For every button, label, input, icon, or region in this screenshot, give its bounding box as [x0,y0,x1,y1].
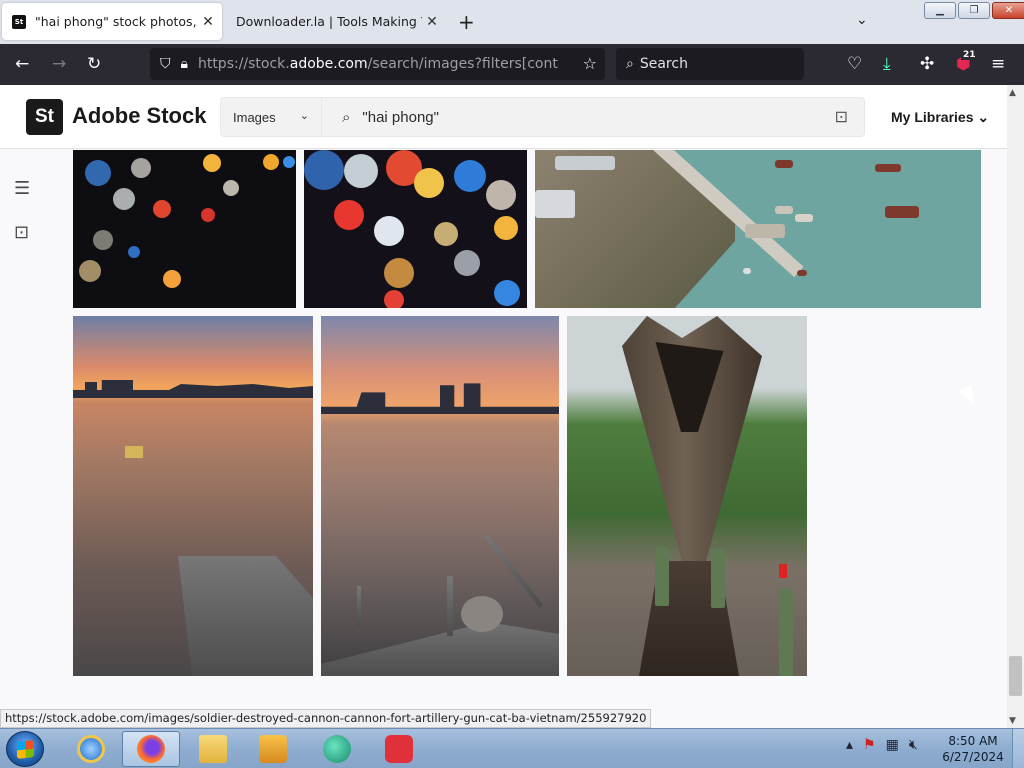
scroll-up-arrow-icon[interactable]: ▲ [1009,88,1016,98]
page-scrollbar[interactable] [1007,85,1024,728]
search-placeholder: Search [639,56,688,72]
search-input[interactable]: ⌕ "hai phong" ⊡ [322,97,865,137]
search-query: "hai phong" [362,108,439,126]
result-image-bokeh-lights-1[interactable] [73,150,296,308]
show-hidden-icons-icon[interactable]: ▴ [846,737,853,753]
taskbar-firefox[interactable] [122,731,180,767]
folder-icon [199,735,227,763]
content-type-value: Images [233,109,276,125]
visual-search-rail-icon[interactable]: ⊡ [14,222,29,243]
close-tab-icon[interactable]: ✕ [198,14,218,30]
back-arrow-icon[interactable]: ← [15,54,29,74]
taskbar-app-green[interactable] [308,731,366,767]
site-name[interactable]: Adobe Stock [72,103,206,129]
extensions-puzzle-icon[interactable]: ✣ [920,54,934,74]
tab-title: "hai phong" stock photos, royalty-free [35,14,198,29]
vivaldi-icon [385,735,413,763]
reload-icon[interactable]: ↻ [87,54,101,74]
result-image-aerial-harbor[interactable] [535,150,981,308]
window-controls: ▁ ❐ ✕ [924,2,1024,19]
adobe-stock-favicon-icon: St [12,14,26,29]
result-image-sunset-lake-2[interactable] [321,316,559,676]
clock-time: 8:50 AM [948,734,998,748]
bookmark-star-icon[interactable]: ☆ [583,54,597,73]
list-all-tabs-chevron-icon[interactable]: ⌄ [856,12,868,28]
taskbar-file-explorer[interactable] [184,731,242,767]
network-icon[interactable]: ▦ [886,737,899,753]
result-image-destroyed-cannon[interactable] [567,316,807,676]
new-tab-plus-icon[interactable]: + [458,10,475,34]
link-status-tooltip: https://stock.adobe.com/images/soldier-d… [0,709,652,728]
chevron-down-icon: ⌄ [299,110,309,122]
windows-taskbar: ▴ ⚑ ▦ 🔇︎ 8:50 AM 6/27/2024 [0,728,1024,768]
system-tray: ▴ ⚑ ▦ 🔇︎ [846,737,918,753]
address-bar[interactable]: ⛉ 🔒︎ https://stock.adobe.com/search/imag… [150,48,605,80]
start-button[interactable] [6,731,44,767]
restore-icon[interactable]: ❐ [958,2,990,19]
extension-badge-count: 21 [961,50,978,60]
content-type-dropdown[interactable]: Images ⌄ [220,97,322,137]
close-tab-icon[interactable]: ✕ [422,14,442,30]
volume-muted-icon[interactable]: 🔇︎ [909,737,918,753]
scroll-down-arrow-icon[interactable]: ▼ [1009,716,1016,726]
firefox-icon [137,735,165,763]
minimize-icon[interactable]: ▁ [924,2,956,19]
pocket-icon[interactable]: ♡ [847,54,862,74]
tab-adobe-stock[interactable]: St "hai phong" stock photos, royalty-fre… [2,3,222,40]
window-close-icon[interactable]: ✕ [992,2,1024,19]
visual-search-icon[interactable]: ⊡ [835,107,848,127]
search-icon: ⌕ [342,108,351,126]
tab-downloader[interactable]: Downloader.la | Tools Making Your Life ✕ [226,3,446,40]
adobe-stock-logo-icon[interactable]: St [26,99,63,135]
taskbar-clock[interactable]: 8:50 AM 6/27/2024 [940,733,1006,765]
scrollbar-thumb[interactable] [1009,656,1022,696]
action-center-flag-icon[interactable]: ⚑ [863,737,876,753]
result-image-bokeh-lights-2[interactable] [304,150,527,308]
show-desktop-button[interactable] [1012,729,1024,768]
browser-tab-strip: St "hai phong" stock photos, royalty-fre… [0,0,1024,44]
search-engine-icon: ⌕ [626,56,634,72]
hamburger-menu-icon[interactable]: ≡ [991,54,1005,74]
forward-arrow-icon[interactable]: → [52,54,66,74]
internet-explorer-icon [77,735,105,763]
media-player-icon [259,735,287,763]
taskbar-vivaldi[interactable] [370,731,428,767]
result-image-sunset-lake-1[interactable] [73,316,313,676]
tab-title: Downloader.la | Tools Making Your Life [236,14,422,29]
my-libraries-button[interactable]: My Libraries ⌄ [891,109,989,126]
filters-sliders-icon[interactable]: ☰ [14,178,30,199]
browser-search-box[interactable]: ⌕ Search [616,48,804,80]
url-text: https://stock.adobe.com/search/images?fi… [197,56,558,72]
clock-date: 6/27/2024 [942,750,1004,764]
downloads-icon[interactable]: ⤓ [883,54,891,74]
windows-logo-icon [17,740,34,759]
mouse-pointer-icon [957,384,981,408]
taskbar-media-player[interactable] [244,731,302,767]
green-app-icon [323,735,351,763]
tracking-shield-icon[interactable]: ⛉ [160,56,171,72]
lock-icon[interactable]: 🔒︎ [181,56,188,72]
adobe-stock-header: St Adobe Stock Images ⌄ ⌕ "hai phong" ⊡ … [0,85,1007,149]
browser-toolbar: ← → ↻ ⛉ 🔒︎ https://stock.adobe.com/searc… [0,44,1024,85]
taskbar-internet-explorer[interactable] [62,731,120,767]
